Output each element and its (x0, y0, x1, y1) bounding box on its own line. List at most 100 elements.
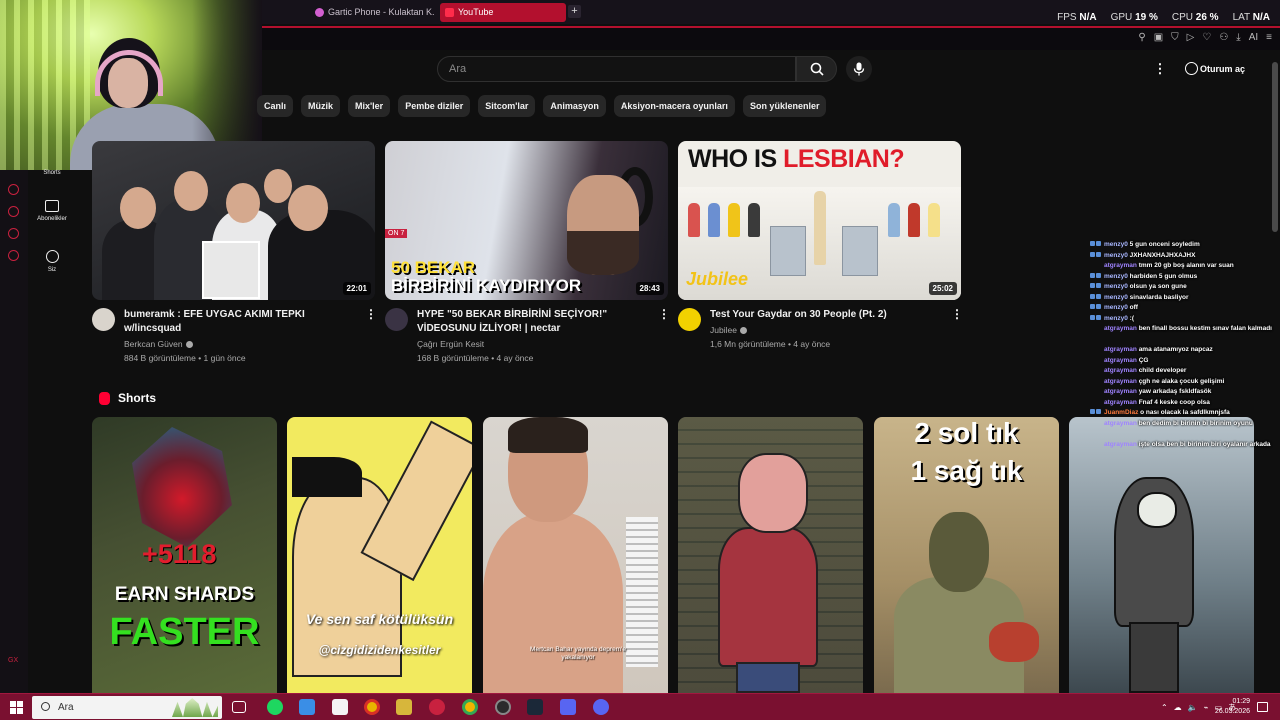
guide-item-shorts[interactable]: Shorts (28, 170, 76, 176)
chat-username[interactable]: menzy0 (1104, 273, 1128, 280)
download-icon[interactable]: ⤓ (1236, 32, 1240, 43)
chat-username[interactable]: menzy0 (1104, 304, 1128, 311)
chevron-up-icon[interactable]: ⌃ (1161, 703, 1168, 712)
store-icon[interactable] (332, 699, 348, 715)
opera-gx-icon[interactable] (429, 699, 445, 715)
video-card[interactable]: ON 7 50 BEKAR BİRBİRİNİ KAYDIRIYOR 28:43 … (385, 141, 670, 363)
file-explorer-icon[interactable] (396, 699, 412, 715)
chat-username[interactable]: atgrayman (1104, 325, 1137, 332)
channel-name[interactable]: Çağrı Ergün Kesit (417, 339, 484, 349)
tab-youtube[interactable]: YouTube (440, 3, 566, 22)
video-menu-button[interactable]: ⋮ (658, 307, 670, 321)
video-thumbnail[interactable]: ON 7 50 BEKAR BİRBİRİNİ KAYDIRIYOR 28:43 (385, 141, 668, 300)
play-icon[interactable]: ▷ (1187, 32, 1195, 43)
menu-icon[interactable]: ≡ (1266, 32, 1272, 43)
video-title[interactable]: HYPE "50 BEKAR BİRBİRİNİ SEÇİYOR!" VİDEO… (417, 308, 652, 336)
chat-username[interactable]: atgrayman (1104, 262, 1137, 269)
history-icon[interactable] (8, 206, 19, 217)
snapshot-icon[interactable]: ▣ (1154, 32, 1163, 43)
settings-menu-button[interactable]: ⋮ (1152, 61, 1168, 77)
chat-message: JuanmDiaz o nası olacak la safdlkmnjsfa (1090, 408, 1280, 419)
video-card[interactable]: 22:01 bumeramk : EFE UYGAC AKIMI TEPKI w… (92, 141, 377, 363)
messenger-icon[interactable] (8, 228, 19, 239)
ai-button[interactable]: AI (1249, 32, 1258, 43)
chrome-icon[interactable] (462, 699, 478, 715)
tab-gartic-phone[interactable]: Gartic Phone - Kulaktan K... (310, 3, 434, 22)
chat-username[interactable]: JuanmDiaz (1104, 409, 1138, 416)
cloud-icon[interactable]: ☁ (1174, 703, 1182, 712)
start-button[interactable] (10, 701, 23, 714)
shield-icon[interactable]: ⛉ (1171, 32, 1179, 43)
video-title[interactable]: bumeramk : EFE UYGAC AKIMI TEPKI w/lincs… (124, 308, 359, 336)
short-card[interactable]: Ve sen saf kötülüksün @cizgidizidenkesit… (287, 417, 472, 693)
chrome-icon[interactable] (364, 699, 380, 715)
obs-icon[interactable] (495, 699, 511, 715)
video-title[interactable]: Test Your Gaydar on 30 People (Pt. 2) (710, 308, 945, 322)
new-tab-button[interactable]: + (568, 5, 581, 18)
short-card[interactable]: +5118 EARN SHARDS FASTER (92, 417, 277, 693)
network-icon[interactable]: ⌁ (1204, 703, 1209, 712)
short-card[interactable]: Mertcan Bahar yayında deprem'e yakalanıy… (483, 417, 668, 693)
chat-username[interactable]: atgrayman (1104, 388, 1137, 395)
channel-name[interactable]: Jubilee (710, 325, 747, 335)
chat-message: atgrayman yaw arkadaş fskldfasök (1090, 387, 1280, 398)
steam-icon[interactable] (527, 699, 543, 715)
chat-username[interactable]: menzy0 (1104, 315, 1128, 322)
chat-username[interactable]: atgrayman (1104, 399, 1137, 406)
guide-item-subscriptions[interactable]: Abonelikler (28, 200, 76, 222)
taskbar-search[interactable]: Ara (32, 696, 222, 719)
chip-live[interactable]: Canlı (257, 95, 294, 117)
chip-animation[interactable]: Animasyon (543, 95, 606, 117)
channel-name[interactable]: Berkcan Güven (124, 339, 193, 349)
chat-username[interactable]: menzy0 (1104, 283, 1128, 290)
chip-soap-operas[interactable]: Pembe diziler (398, 95, 471, 117)
chat-username[interactable]: menzy0 (1104, 241, 1128, 248)
chat-username[interactable]: atgrayman (1104, 346, 1137, 353)
volume-icon[interactable]: 🔈 (1188, 703, 1198, 712)
scrollbar-thumb[interactable] (1272, 62, 1278, 232)
channel-avatar[interactable] (92, 308, 115, 331)
notification-icon[interactable] (1257, 702, 1268, 712)
discord-icon[interactable] (593, 699, 609, 715)
chat-username[interactable]: atgrayman (1104, 367, 1137, 374)
chat-username[interactable]: atgrayman (1104, 357, 1137, 364)
chip-action-adventure[interactable]: Aksiyon-macera oyunları (613, 95, 735, 117)
settings-icon[interactable] (8, 250, 19, 261)
chip-sitcoms[interactable]: Sitcom'lar (478, 95, 536, 117)
taskbar-clock[interactable]: 01:29 26.03.2026 (1215, 697, 1250, 717)
chat-username[interactable]: atgrayman (1104, 378, 1137, 385)
chat-username[interactable]: atgrayman (1104, 441, 1137, 448)
video-card[interactable]: WHO IS LESBIAN? Jubilee 25:02 Test Your … (678, 141, 963, 349)
search-input[interactable]: Ara (437, 56, 796, 82)
chip-recently-uploaded[interactable]: Son yüklenenler (742, 95, 827, 117)
search-button[interactable] (796, 56, 837, 82)
shard-art (132, 427, 232, 547)
spotify-icon[interactable] (267, 699, 283, 715)
chat-username[interactable]: menzy0 (1104, 294, 1128, 301)
chip-music[interactable]: Müzik (301, 95, 341, 117)
chat-message: atgrayman ben finall bossu kestim sınav … (1090, 324, 1280, 345)
chat-username[interactable]: atgrayman (1104, 420, 1137, 427)
gx-control-icon[interactable] (8, 184, 19, 195)
chip-mixes[interactable]: Mix'ler (348, 95, 391, 117)
guide-item-you[interactable]: Siz (28, 250, 76, 273)
gx-hardware-stats: FPS N/A GPU 19 % CPU 26 % LAT N/A (1057, 12, 1270, 23)
page-scrollbar[interactable] (1272, 52, 1278, 693)
video-thumbnail[interactable]: WHO IS LESBIAN? Jubilee 25:02 (678, 141, 961, 300)
video-menu-button[interactable]: ⋮ (951, 307, 963, 321)
channel-avatar[interactable] (678, 308, 701, 331)
task-view-icon[interactable] (232, 701, 246, 713)
channel-avatar[interactable] (385, 308, 408, 331)
chat-username[interactable]: menzy0 (1104, 252, 1128, 259)
sign-in-button[interactable]: Oturum aç (1182, 59, 1245, 79)
voice-search-button[interactable] (846, 56, 872, 82)
heart-icon[interactable]: ♡ (1202, 32, 1211, 43)
account-icon[interactable]: ⚇ (1219, 32, 1228, 43)
mail-icon[interactable] (299, 699, 315, 715)
video-thumbnail[interactable]: 22:01 (92, 141, 375, 300)
pin-icon[interactable]: ⚲ (1138, 32, 1145, 43)
video-menu-button[interactable]: ⋮ (365, 307, 377, 321)
short-card[interactable] (678, 417, 863, 693)
short-card[interactable]: 2 sol tık 1 sağ tık (874, 417, 1059, 693)
app-icon[interactable] (560, 699, 576, 715)
